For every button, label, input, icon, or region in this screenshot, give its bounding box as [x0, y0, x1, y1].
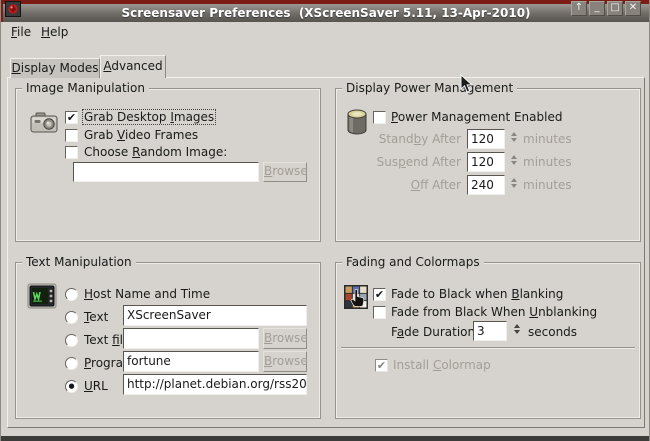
suspend-spinner-arrows-icon[interactable] — [509, 155, 519, 165]
fade-from-black-label[interactable]: Fade from Black When Unblanking — [391, 305, 597, 320]
power-management-title: Display Power Management — [342, 81, 517, 96]
program-browse-button[interactable]: Browse — [263, 351, 307, 372]
colormap-hand-icon — [343, 284, 369, 310]
tv-text-icon — [27, 283, 57, 309]
minimize-button[interactable]: _ — [589, 1, 605, 16]
fading-separator — [341, 347, 635, 349]
install-colormap-checkbox[interactable]: ✔ — [375, 359, 388, 372]
close-button[interactable]: ✕ — [625, 1, 641, 16]
fade-from-black-checkbox[interactable] — [373, 306, 386, 319]
fade-duration-spinbox[interactable]: 3 — [473, 321, 507, 341]
off-spinner-arrows-icon[interactable] — [509, 178, 519, 188]
power-management-enabled-checkbox[interactable] — [373, 111, 386, 124]
program-input[interactable]: fortune — [123, 351, 259, 372]
image-browse-button[interactable]: Browse — [263, 162, 307, 182]
off-after-spinbox[interactable]: 240 — [467, 175, 505, 195]
fade-duration-seconds-label: seconds — [528, 325, 577, 340]
standby-after-label: Standby After — [361, 132, 461, 147]
shade-button[interactable]: ↑ — [571, 1, 587, 16]
url-radio[interactable]: ● — [65, 380, 78, 393]
tab-advanced[interactable]: Advanced — [100, 55, 166, 78]
standby-minutes-label: minutes — [523, 132, 572, 147]
fade-to-black-checkbox[interactable]: ✔ — [373, 288, 386, 301]
text-input[interactable]: XScreenSaver — [123, 305, 307, 326]
fade-duration-spinner-arrows-icon[interactable] — [512, 324, 522, 334]
power-management-enabled-label[interactable]: Power Management Enabled — [391, 110, 562, 125]
minimize-icon: _ — [595, 2, 600, 13]
text-radio[interactable] — [65, 311, 78, 324]
close-icon: ✕ — [629, 2, 637, 13]
grab-desktop-images-checkbox[interactable]: ✔ — [65, 111, 78, 124]
window-title: Screensaver Preferences (XScreenSaver 5.… — [1, 4, 650, 22]
off-after-label: Off After — [361, 178, 461, 193]
camera-icon — [29, 110, 59, 135]
text-file-browse-button[interactable]: Browse — [263, 328, 307, 349]
grab-desktop-images-label[interactable]: Grab Desktop Images — [83, 110, 215, 125]
menu-help[interactable]: Help — [41, 25, 68, 40]
titlebar[interactable]: Screensaver Preferences (XScreenSaver 5.… — [1, 0, 650, 22]
url-label[interactable]: URL — [84, 379, 108, 394]
program-radio[interactable] — [65, 357, 78, 370]
image-directory-input[interactable] — [73, 162, 259, 182]
host-name-label[interactable]: Host Name and Time — [84, 287, 210, 302]
choose-random-image-checkbox[interactable] — [65, 146, 78, 159]
suspend-after-label: Suspend After — [361, 155, 461, 170]
text-file-input[interactable] — [123, 328, 259, 349]
off-minutes-label: minutes — [523, 178, 572, 193]
shade-icon: ↑ — [575, 2, 583, 13]
tab-display-modes[interactable]: Display Modes — [10, 58, 100, 78]
suspend-after-spinbox[interactable]: 120 — [467, 152, 505, 172]
maximize-icon: □ — [610, 2, 619, 13]
window-bottom-edge — [1, 436, 650, 441]
fading-colormaps-title: Fading and Colormaps — [342, 255, 484, 270]
host-name-radio[interactable] — [65, 288, 78, 301]
text-label[interactable]: Text — [84, 310, 108, 325]
grab-video-frames-checkbox[interactable] — [65, 129, 78, 142]
xscreensaver-preferences-window: Screensaver Preferences (XScreenSaver 5.… — [0, 0, 650, 441]
grab-video-frames-label[interactable]: Grab Video Frames — [84, 128, 198, 143]
standby-after-spinbox[interactable]: 120 — [467, 129, 505, 149]
install-colormap-label: Install Colormap — [393, 358, 491, 373]
maximize-button[interactable]: □ — [607, 1, 623, 16]
text-file-radio[interactable] — [65, 334, 78, 347]
mouse-cursor-icon — [460, 74, 473, 94]
url-input[interactable]: http://planet.debian.org/rss20.xn — [123, 374, 307, 395]
fade-to-black-label[interactable]: Fade to Black when Blanking — [391, 287, 563, 302]
menu-file[interactable]: File — [11, 25, 31, 40]
text-manipulation-title: Text Manipulation — [22, 255, 136, 270]
fade-duration-label: Fade Duration — [391, 325, 475, 340]
suspend-minutes-label: minutes — [523, 155, 572, 170]
image-manipulation-title: Image Manipulation — [22, 81, 149, 96]
standby-spinner-arrows-icon[interactable] — [509, 132, 519, 142]
choose-random-image-label[interactable]: Choose Random Image: — [84, 145, 227, 160]
